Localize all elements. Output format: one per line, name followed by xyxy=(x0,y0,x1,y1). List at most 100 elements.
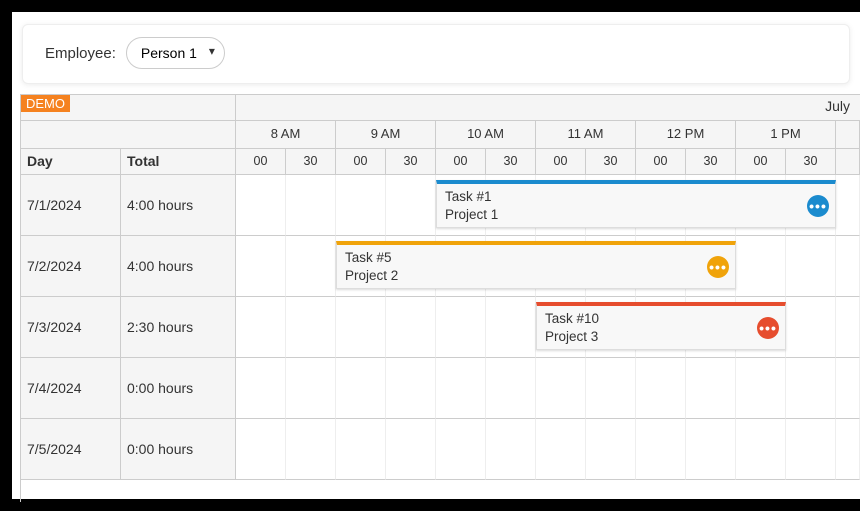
task-project: Project 3 xyxy=(545,328,777,346)
rowheader-day: 7/3/2024 xyxy=(21,297,121,357)
rowheader-day: 7/2/2024 xyxy=(21,236,121,296)
grid-cell[interactable] xyxy=(836,419,860,480)
grid-cell[interactable] xyxy=(286,297,336,358)
task-bar[interactable]: Task #5Project 2••• xyxy=(336,241,736,289)
timescale-title: July xyxy=(236,95,860,121)
grid-cell[interactable] xyxy=(236,297,286,358)
timescale-hours: 8 AM9 AM10 AM11 AM12 PM1 PM xyxy=(21,121,860,149)
grid-cell[interactable] xyxy=(636,419,686,480)
rowheader-total: 4:00 hours xyxy=(121,236,235,296)
row-grid[interactable]: Task #10Project 3••• xyxy=(236,297,860,358)
grid-cell[interactable] xyxy=(236,236,286,297)
subhour-header: 00 xyxy=(336,149,386,175)
timesheet-scheduler: DEMO July 8 AM9 AM10 AM11 AM12 PM1 PM Da… xyxy=(20,94,860,502)
task-menu-button[interactable]: ••• xyxy=(807,195,829,217)
rowheader: 7/3/20242:30 hours xyxy=(21,297,236,358)
task-menu-button[interactable]: ••• xyxy=(707,256,729,278)
scheduler-row: 7/3/20242:30 hours Task #10Project 3••• xyxy=(21,297,860,358)
grid-cell[interactable] xyxy=(536,358,586,419)
grid-cell[interactable] xyxy=(736,236,786,297)
subhour-header: 00 xyxy=(236,149,286,175)
grid-cell[interactable] xyxy=(486,419,536,480)
task-menu-button[interactable]: ••• xyxy=(757,317,779,339)
column-header-total: Total xyxy=(121,149,235,174)
scheduler-rows: 7/1/20244:00 hoursTask #1Project 1•••7/2… xyxy=(21,175,860,480)
grid-cell[interactable] xyxy=(486,358,536,419)
rowheader: 7/2/20244:00 hours xyxy=(21,236,236,297)
subhour-header: 00 xyxy=(436,149,486,175)
rowheader: 7/5/20240:00 hours xyxy=(21,419,236,480)
grid-cell[interactable] xyxy=(436,297,486,358)
rowheader-day: 7/5/2024 xyxy=(21,419,121,479)
rowheader-total: 2:30 hours xyxy=(121,297,235,357)
grid-cell[interactable] xyxy=(436,358,486,419)
task-title: Task #5 xyxy=(345,249,727,267)
grid-cell[interactable] xyxy=(736,358,786,419)
grid-cell[interactable] xyxy=(236,175,286,236)
row-grid[interactable] xyxy=(236,358,860,419)
task-bar[interactable]: Task #1Project 1••• xyxy=(436,180,836,228)
grid-cell[interactable] xyxy=(286,175,336,236)
scheduler-row: 7/5/20240:00 hours xyxy=(21,419,860,480)
grid-cell[interactable] xyxy=(286,358,336,419)
grid-cell[interactable] xyxy=(836,297,860,358)
grid-cell[interactable] xyxy=(586,419,636,480)
employee-select[interactable]: Person 1 xyxy=(126,37,225,69)
grid-cell[interactable] xyxy=(386,297,436,358)
grid-cell[interactable] xyxy=(336,419,386,480)
rowheader-total: 4:00 hours xyxy=(121,175,235,235)
subhour-header-trailing xyxy=(836,149,860,175)
grid-cell[interactable] xyxy=(386,419,436,480)
subhour-header: 30 xyxy=(486,149,536,175)
subhour-header: 30 xyxy=(286,149,336,175)
hour-header: 11 AM xyxy=(536,121,636,149)
grid-cell[interactable] xyxy=(236,419,286,480)
hour-header: 9 AM xyxy=(336,121,436,149)
grid-cell[interactable] xyxy=(786,236,836,297)
grid-cell[interactable] xyxy=(336,297,386,358)
employee-select-wrap: Person 1 xyxy=(126,37,225,69)
subhour-header: 30 xyxy=(386,149,436,175)
task-project: Project 2 xyxy=(345,267,727,285)
grid-cell[interactable] xyxy=(286,236,336,297)
grid-cell[interactable] xyxy=(386,175,436,236)
grid-cell[interactable] xyxy=(836,358,860,419)
grid-cell[interactable] xyxy=(786,358,836,419)
grid-cell[interactable] xyxy=(686,419,736,480)
subhour-header: 30 xyxy=(786,149,836,175)
grid-cell[interactable] xyxy=(336,358,386,419)
grid-cell[interactable] xyxy=(836,175,860,236)
grid-cell[interactable] xyxy=(386,358,436,419)
grid-cell[interactable] xyxy=(786,297,836,358)
subhour-header: 00 xyxy=(536,149,586,175)
employee-label: Employee: xyxy=(45,45,116,62)
grid-cell[interactable] xyxy=(736,419,786,480)
grid-cell[interactable] xyxy=(436,419,486,480)
scheduler-row: 7/1/20244:00 hours Task #1Project 1••• xyxy=(21,175,860,236)
rowheader: 7/1/20244:00 hours xyxy=(21,175,236,236)
rowheader-total: 0:00 hours xyxy=(121,358,235,418)
task-project: Project 1 xyxy=(445,206,827,224)
grid-cell[interactable] xyxy=(586,358,636,419)
subhour-header: 00 xyxy=(736,149,786,175)
row-grid[interactable]: Task #5Project 2••• xyxy=(236,236,860,297)
scheduler-row: 7/2/20244:00 hours Task #5Project 2••• xyxy=(21,236,860,297)
grid-cell[interactable] xyxy=(286,419,336,480)
row-grid[interactable]: Task #1Project 1••• xyxy=(236,175,860,236)
row-grid[interactable] xyxy=(236,419,860,480)
grid-cell[interactable] xyxy=(686,358,736,419)
grid-cell[interactable] xyxy=(536,419,586,480)
timescale-subhours: Day Total 003000300030003000300030 xyxy=(21,149,860,175)
grid-cell[interactable] xyxy=(636,358,686,419)
grid-cell[interactable] xyxy=(236,358,286,419)
scheduler-header-top: DEMO July xyxy=(21,95,860,121)
task-bar[interactable]: Task #10Project 3••• xyxy=(536,302,786,350)
task-title: Task #1 xyxy=(445,188,827,206)
scheduler-row: 7/4/20240:00 hours xyxy=(21,358,860,419)
subhour-header: 30 xyxy=(586,149,636,175)
grid-cell[interactable] xyxy=(836,236,860,297)
grid-cell[interactable] xyxy=(786,419,836,480)
filter-bar: Employee: Person 1 xyxy=(22,24,850,84)
grid-cell[interactable] xyxy=(486,297,536,358)
grid-cell[interactable] xyxy=(336,175,386,236)
